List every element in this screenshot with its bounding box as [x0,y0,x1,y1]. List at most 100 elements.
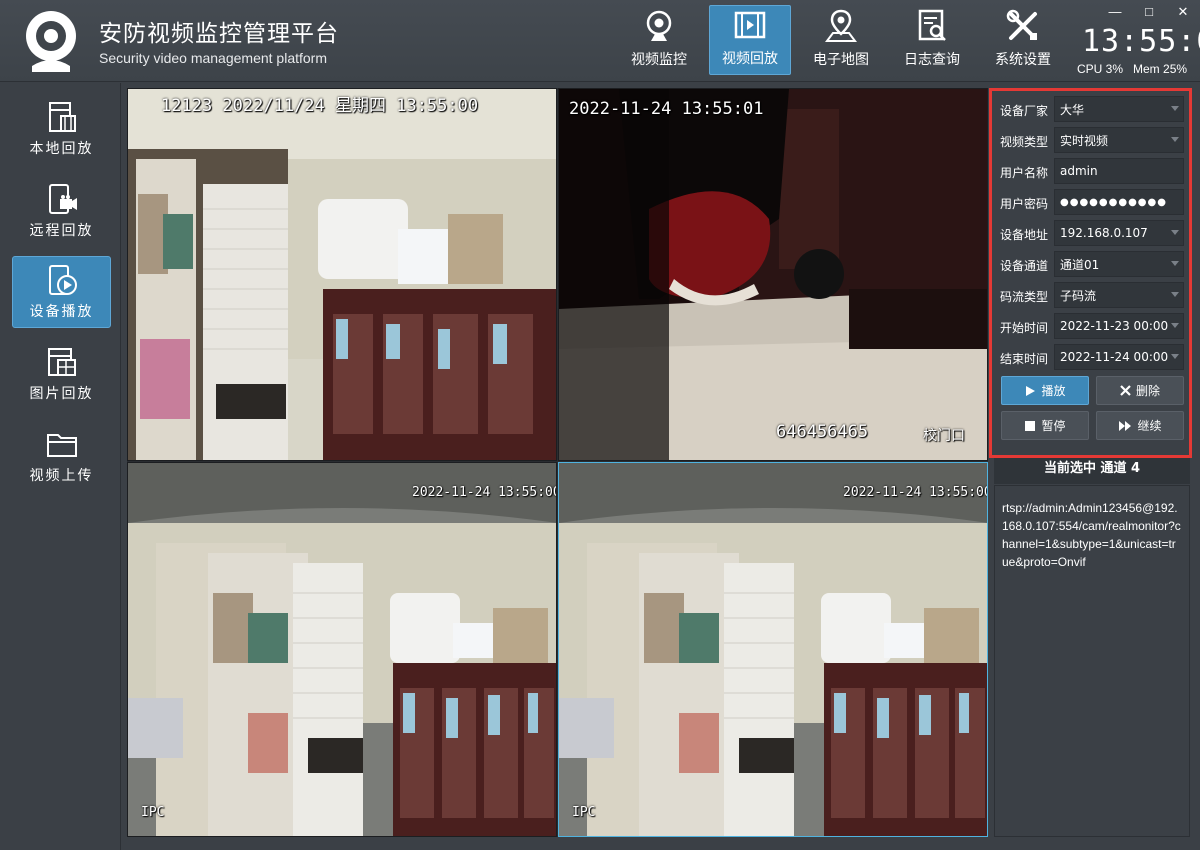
remote-playback-icon [48,184,77,214]
nav-log-query[interactable]: 日志查询 [891,5,973,75]
video-cell-2[interactable]: 2022-11-24 13:55:01 646456465 校门口 [558,88,988,461]
video-frame-room [128,89,556,460]
sidebar-label: 本地回放 [29,141,94,157]
password-label: 用户密码 [1000,197,1049,211]
video-frame-shoe [559,89,987,460]
address-value: 192.168.0.107 [1060,226,1148,240]
start-time-row: 开始时间 2022-11-23 00:00 [1000,313,1188,339]
start-time-label: 开始时间 [1000,321,1049,335]
start-time-value: 2022-11-23 00:00 [1060,319,1169,333]
video-type-label: 视频类型 [1000,135,1049,149]
sidebar-item-image-playback[interactable]: 图片回放 [12,338,111,410]
nav-label: 日志查询 [904,52,960,68]
maximize-button[interactable]: □ [1142,4,1156,20]
password-row: 用户密码 ●●●●●●●●●●● [1000,189,1188,215]
minimize-button[interactable]: — [1108,4,1122,20]
vendor-row: 设备厂家 大华 [1000,96,1188,122]
osd-timestamp: 12123 2022/11/24 星期四 13:55:00 [161,96,479,116]
osd-timestamp: 2022-11-24 13:55:01 [569,99,764,119]
video-type-row: 视频类型 实时视频 [1000,127,1188,153]
video-cell-4[interactable]: 2022-11-24 13:55:00 IPC [558,462,988,837]
nav-label: 视频回放 [722,51,778,67]
stop-square-icon [1025,420,1036,431]
nav-label: 视频监控 [631,52,687,68]
app-subtitle: Security video management platform [99,50,327,66]
video-frame-room [128,463,556,836]
end-time-picker[interactable]: 2022-11-24 00:00 [1054,344,1184,370]
selected-channel-label: 当前选中 通道 4 [994,458,1190,484]
stream-select[interactable]: 子码流 [1054,282,1184,308]
sidebar-label: 远程回放 [29,223,94,239]
stream-url-box: rtsp://admin:Admin123456@192.168.0.107:5… [994,485,1190,837]
chevron-down-icon [1171,292,1179,297]
vendor-value: 大华 [1060,102,1085,117]
address-label: 设备地址 [1000,228,1049,242]
video-type-select[interactable]: 实时视频 [1054,127,1184,153]
nav-video-playback[interactable]: 视频回放 [709,5,791,75]
stream-row: 码流类型 子码流 [1000,282,1188,308]
pause-button[interactable]: 暂停 [1001,411,1089,440]
video-grid: 12123 2022/11/24 星期四 13:55:00 2022-11-24… [127,88,988,837]
username-field[interactable]: admin [1054,158,1184,184]
sidebar-item-remote-playback[interactable]: 远程回放 [12,175,111,247]
window-controls: — □ ✕ [1108,4,1190,20]
osd-device-id: 646456465 [776,422,869,442]
address-row: 设备地址 192.168.0.107 [1000,220,1188,246]
nav-system-settings[interactable]: 系统设置 [982,5,1064,75]
video-cell-1[interactable]: 12123 2022/11/24 星期四 13:55:00 [127,88,557,461]
username-row: 用户名称 admin [1000,158,1188,184]
nav-electronic-map[interactable]: 电子地图 [800,5,882,75]
channel-select[interactable]: 通道01 [1054,251,1184,277]
sidebar-label: 图片回放 [29,386,94,402]
osd-location: 校门口 [923,428,965,444]
map-pin-icon [825,9,857,42]
stream-url-text: rtsp://admin:Admin123456@192.168.0.107:5… [1002,501,1181,569]
sidebar-label: 设备播放 [29,304,94,320]
delete-label: 删除 [1135,384,1160,398]
sidebar-item-device-play[interactable]: 设备播放 [12,256,111,328]
vendor-select[interactable]: 大华 [1054,96,1184,122]
password-value: ●●●●●●●●●●● [1060,196,1167,208]
chevron-down-icon [1171,261,1179,266]
stream-label: 码流类型 [1000,290,1049,304]
clock-display: 13:55:00 [1082,24,1200,59]
sidebar-item-local-playback[interactable]: 本地回放 [12,93,111,165]
password-field[interactable]: ●●●●●●●●●●● [1054,189,1184,215]
end-time-value: 2022-11-24 00:00 [1060,350,1169,364]
log-search-icon [918,9,946,41]
nav-video-monitor[interactable]: 视频监控 [618,5,700,75]
nav-label: 系统设置 [995,52,1051,68]
resume-label: 继续 [1137,419,1162,433]
end-time-label: 结束时间 [1000,352,1049,366]
video-type-value: 实时视频 [1060,133,1109,148]
channel-row: 设备通道 通道01 [1000,251,1188,277]
sidebar-item-video-upload[interactable]: 视频上传 [12,420,111,492]
device-config-panel: 设备厂家 大华 视频类型 实时视频 用户名称 admin 用户密码 ●●●●●●… [989,88,1192,458]
close-button[interactable]: ✕ [1176,4,1190,20]
start-time-picker[interactable]: 2022-11-23 00:00 [1054,313,1184,339]
delete-button[interactable]: 删除 [1096,376,1184,405]
system-stats: CPU 3% Mem 25% [1077,62,1187,76]
webcam-icon [646,10,672,41]
app-title: 安防视频监控管理平台 [99,21,339,47]
play-icon [1026,385,1036,396]
username-label: 用户名称 [1000,166,1049,180]
app-window: 安防视频监控管理平台 Security video management pla… [0,0,1200,850]
resume-button[interactable]: 继续 [1096,411,1184,440]
chevron-down-icon [1171,137,1179,142]
wrench-screwdriver-icon [1006,9,1037,40]
address-select[interactable]: 192.168.0.107 [1054,220,1184,246]
chevron-down-icon [1171,230,1179,235]
left-sidebar: 本地回放 远程回放 设备播放 图片回放 视频上传 [0,83,121,850]
end-time-row: 结束时间 2022-11-24 00:00 [1000,344,1188,370]
osd-timestamp: 2022-11-24 13:55:00 [412,485,557,500]
play-label: 播放 [1041,384,1066,398]
osd-camera-label: IPC [141,805,165,820]
sidebar-label: 视频上传 [29,468,94,484]
header-bar: 安防视频监控管理平台 Security video management pla… [0,0,1200,82]
play-button[interactable]: 播放 [1001,376,1089,405]
username-value: admin [1060,164,1098,178]
camera-logo-icon [26,11,76,72]
osd-camera-label: IPC [572,805,596,820]
video-cell-3[interactable]: 2022-11-24 13:55:00 IPC [127,462,557,837]
